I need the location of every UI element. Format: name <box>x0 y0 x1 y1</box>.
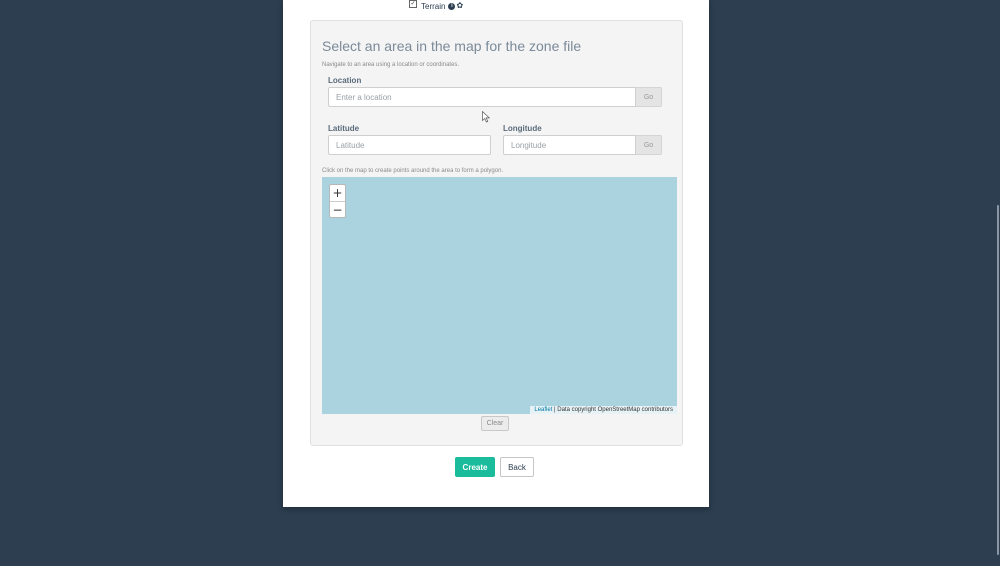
longitude-input[interactable] <box>503 135 636 155</box>
zone-map[interactable]: + − Leaflet | Data copyright OpenStreetM… <box>322 177 677 414</box>
zoom-out-button[interactable]: − <box>330 202 345 218</box>
terrain-label: Terrain <box>421 1 446 11</box>
zoom-in-button[interactable]: + <box>330 185 345 202</box>
zone-selection-panel: Select an area in the map for the zone f… <box>310 20 683 446</box>
window-scrollbar[interactable] <box>996 0 1000 566</box>
modal-page: ✓ Terrain i ✿ Select an area in the map … <box>283 0 709 507</box>
latitude-label: Latitude <box>328 124 360 133</box>
terrain-checkbox[interactable]: ✓ <box>409 0 417 8</box>
scrollbar-thumb[interactable] <box>997 205 999 555</box>
info-circle-icon[interactable]: i <box>448 2 456 10</box>
longitude-label: Longitude <box>503 124 542 133</box>
mouse-cursor-icon <box>482 111 490 123</box>
terrain-layer-row: ✓ Terrain i ✿ <box>409 0 463 12</box>
zone-panel-title: Select an area in the map for the zone f… <box>322 38 582 54</box>
map-attribution: Leaflet | Data copyright OpenStreetMap c… <box>530 406 677 414</box>
location-label: Location <box>328 76 362 85</box>
leaflet-link[interactable]: Leaflet <box>534 407 552 413</box>
zoom-control: + − <box>329 184 346 218</box>
location-input[interactable] <box>328 87 636 107</box>
coordinates-go-button[interactable]: Go <box>636 135 662 155</box>
back-button[interactable]: Back <box>500 457 534 477</box>
navigation-hint: Navigate to an area using a location or … <box>322 62 460 68</box>
latitude-input[interactable] <box>328 135 491 155</box>
attribution-text: | Data copyright OpenStreetMap contribut… <box>552 407 673 413</box>
gear-icon[interactable]: ✿ <box>456 2 463 10</box>
map-hint: Click on the map to create points around… <box>322 168 504 174</box>
create-button[interactable]: Create <box>455 457 495 477</box>
clear-button[interactable]: Clear <box>481 416 509 431</box>
location-go-button[interactable]: Go <box>636 87 662 107</box>
